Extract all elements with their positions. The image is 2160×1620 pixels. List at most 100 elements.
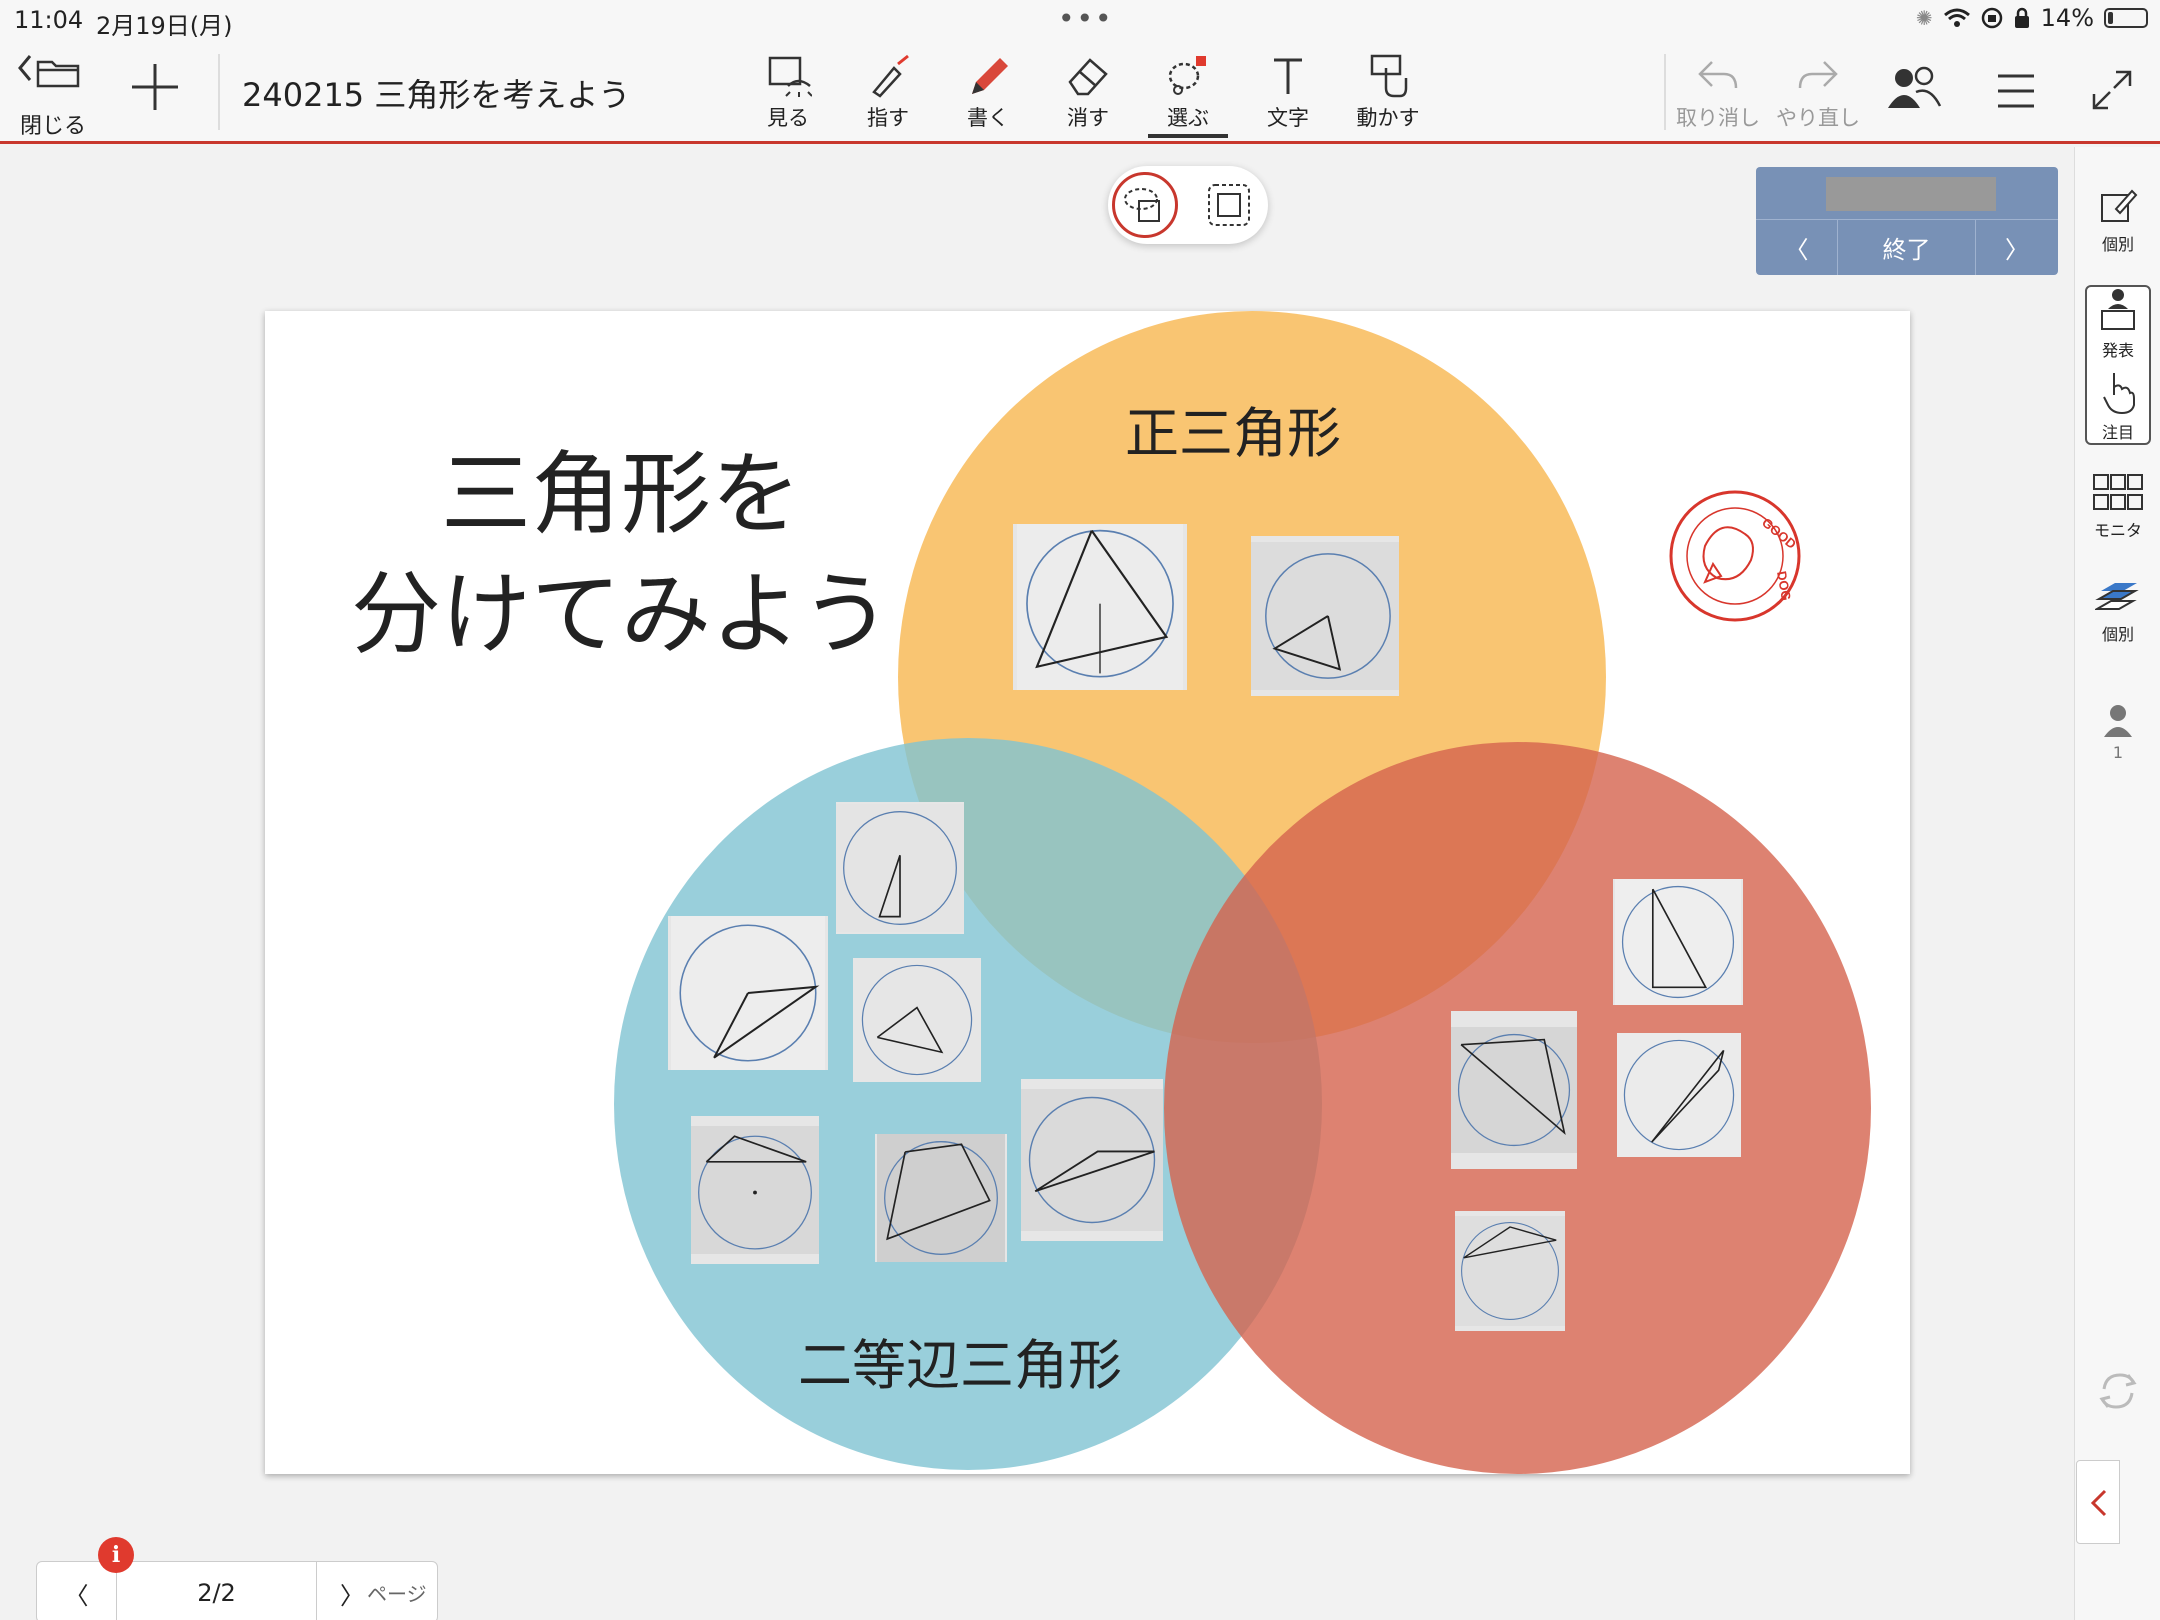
circle-triangle-drawing bbox=[1451, 1027, 1577, 1153]
individual-layers-button[interactable]: 個別 bbox=[2075, 581, 2160, 645]
circle-triangle-drawing bbox=[1455, 1216, 1565, 1326]
tool-text[interactable]: 文字 bbox=[1248, 54, 1328, 140]
wifi-icon bbox=[1943, 8, 1970, 27]
user-count[interactable]: 1 bbox=[2075, 703, 2160, 762]
chevron-right-icon: 〉 bbox=[340, 1581, 364, 1610]
presenter-name-redacted bbox=[1826, 177, 1996, 211]
undo-icon bbox=[1698, 61, 1738, 89]
chevron-right-icon: 〉 bbox=[2005, 236, 2029, 264]
triangle-card[interactable] bbox=[1451, 1011, 1577, 1169]
add-button[interactable] bbox=[126, 58, 184, 116]
triangle-card[interactable] bbox=[875, 1134, 1007, 1262]
page-navigator: 〈 2/2 〉 ページ bbox=[36, 1561, 438, 1620]
document-title[interactable]: 240215 三角形を考えよう bbox=[242, 70, 630, 116]
menu-button[interactable] bbox=[1994, 66, 2038, 116]
svg-text:GOOD: GOOD bbox=[1759, 515, 1799, 552]
triangle-card[interactable] bbox=[668, 916, 828, 1070]
redo-button[interactable]: やり直し bbox=[1770, 54, 1866, 140]
people-icon bbox=[1888, 66, 1942, 108]
circle-triangle-drawing bbox=[1617, 1033, 1741, 1157]
multitask-dots-icon[interactable]: ••• bbox=[1058, 2, 1114, 35]
circle-triangle-drawing bbox=[877, 1134, 1005, 1262]
move-hand-icon bbox=[1370, 54, 1408, 98]
rect-select-icon bbox=[1208, 184, 1250, 226]
tool-move-label: 動かす bbox=[1356, 106, 1420, 130]
undo-button[interactable]: 取り消し bbox=[1670, 54, 1766, 140]
monitor-button[interactable]: モニタ bbox=[2075, 473, 2160, 541]
close-label: 閉じる bbox=[20, 114, 87, 139]
tool-erase[interactable]: 消す bbox=[1048, 54, 1128, 140]
triangle-card[interactable] bbox=[691, 1116, 819, 1264]
attention-button[interactable]: 注目 bbox=[2075, 369, 2160, 443]
circle-triangle-drawing bbox=[1251, 542, 1399, 690]
close-button[interactable]: 閉じる bbox=[14, 50, 94, 139]
orientation-lock-icon bbox=[1981, 7, 2002, 29]
battery-icon bbox=[2104, 8, 2148, 28]
user-count-value: 1 bbox=[2112, 743, 2124, 762]
page-label: ページ bbox=[367, 1582, 427, 1606]
tool-text-label: 文字 bbox=[1267, 106, 1309, 130]
hand-point-icon bbox=[2103, 373, 2135, 415]
layers-icon bbox=[2095, 583, 2139, 610]
toolbar-divider-right bbox=[1664, 54, 1666, 130]
redo-icon bbox=[1798, 61, 1838, 89]
triangle-card[interactable] bbox=[1013, 524, 1187, 690]
lasso-icon bbox=[1168, 56, 1206, 95]
tool-move[interactable]: 動かす bbox=[1348, 54, 1428, 140]
hamburger-icon bbox=[1998, 74, 2034, 108]
expand-icon bbox=[2092, 70, 2132, 110]
chevron-left-red-icon bbox=[2090, 1489, 2107, 1517]
tool-view[interactable]: 見る bbox=[748, 54, 828, 140]
text-icon bbox=[1274, 58, 1302, 94]
tool-point[interactable]: 指す bbox=[848, 54, 928, 140]
pointer-pen-icon bbox=[872, 54, 909, 98]
presentation-control: 〈 終了 〉 bbox=[1756, 167, 2058, 275]
triangle-card[interactable] bbox=[1251, 536, 1399, 696]
select-mode-switcher bbox=[1108, 166, 1268, 244]
info-badge-icon[interactable]: i bbox=[98, 1537, 134, 1573]
activity-icon: ✺ bbox=[1915, 6, 1933, 30]
present-label: 発表 bbox=[2101, 341, 2134, 360]
tool-write[interactable]: 書く bbox=[948, 54, 1028, 140]
toolbar-divider bbox=[218, 54, 220, 130]
fullscreen-button[interactable] bbox=[2090, 68, 2134, 112]
presentation-next-button[interactable]: 〉 bbox=[1976, 220, 2058, 275]
right-sidebar: 個別 発表 注目 モニタ 個別 1 bbox=[2074, 147, 2160, 1620]
sidebar-collapse-button[interactable] bbox=[2076, 1460, 2120, 1544]
individual-work-button[interactable]: 個別 bbox=[2075, 187, 2160, 255]
tool-select[interactable]: 選ぶ bbox=[1148, 54, 1228, 140]
lasso-select-mode-button[interactable] bbox=[1112, 172, 1178, 238]
presentation-prev-button[interactable]: 〈 bbox=[1756, 220, 1838, 275]
circle-triangle-drawing bbox=[1017, 524, 1183, 690]
tool-view-label: 見る bbox=[767, 106, 809, 130]
whiteboard-page[interactable]: 三角形を 分けてみよう 正三角形 二等辺三角形 GOOD DOG bbox=[265, 311, 1910, 1474]
status-date: 2月19日(月) bbox=[96, 12, 233, 40]
sync-button[interactable] bbox=[2075, 1369, 2160, 1417]
tool-select-label: 選ぶ bbox=[1148, 102, 1228, 138]
rect-select-mode-button[interactable] bbox=[1196, 172, 1262, 238]
triangle-card[interactable] bbox=[1455, 1211, 1565, 1331]
page-number[interactable]: 2/2 bbox=[117, 1562, 317, 1620]
present-button[interactable]: 発表 bbox=[2075, 287, 2160, 361]
monitor-label: モニタ bbox=[2093, 521, 2142, 540]
triangle-card[interactable] bbox=[1617, 1033, 1741, 1157]
triangle-card[interactable] bbox=[1613, 879, 1743, 1005]
lasso-select-icon bbox=[1124, 188, 1160, 222]
triangle-card[interactable] bbox=[836, 802, 964, 934]
individual2-label: 個別 bbox=[2101, 625, 2134, 644]
participants-button[interactable] bbox=[1884, 62, 1944, 118]
presentation-end-button[interactable]: 終了 bbox=[1838, 220, 1976, 275]
back-folder-icon bbox=[18, 55, 80, 88]
presenter-icon bbox=[2101, 289, 2135, 330]
eraser-icon bbox=[1068, 58, 1108, 96]
pencil-icon bbox=[972, 58, 1008, 94]
triangle-card[interactable] bbox=[1021, 1079, 1163, 1241]
user-icon bbox=[2104, 705, 2132, 737]
status-time: 11:04 bbox=[14, 6, 84, 34]
attention-label: 注目 bbox=[2101, 423, 2134, 442]
prev-page-button[interactable]: 〈 bbox=[37, 1562, 117, 1620]
main-toolbar: 閉じる 240215 三角形を考えよう 見る 指す 書く 消す 選ぶ 文字 動か… bbox=[0, 40, 2160, 144]
lock-icon bbox=[2014, 7, 2029, 28]
circle-triangle-drawing bbox=[855, 958, 979, 1082]
triangle-card[interactable] bbox=[853, 958, 981, 1082]
